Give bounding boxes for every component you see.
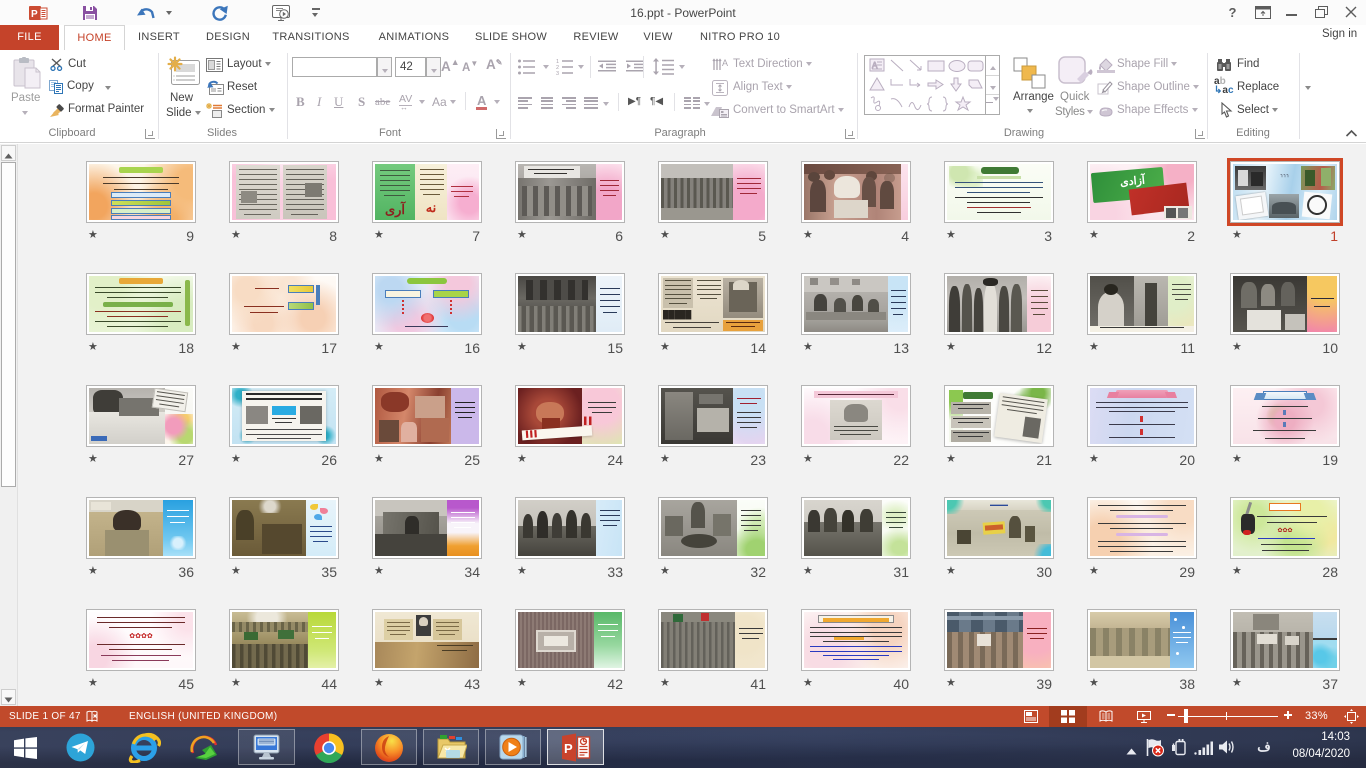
svg-text:A: A	[722, 58, 728, 68]
svg-text:P: P	[564, 741, 573, 756]
svg-text:3: 3	[556, 71, 559, 75]
